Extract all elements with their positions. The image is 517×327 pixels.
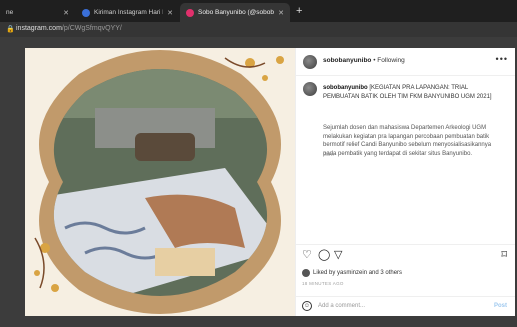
address-bar[interactable]: 🔒 instagram.com/p/CWgSfmqvQYY/ [0,22,517,37]
tab-kiriman-instagram[interactable]: Kiriman Instagram Hari Batik Na ✕ [76,3,179,22]
comment-input[interactable]: Add a comment... [318,303,365,309]
likes-row[interactable]: Liked by yasminzein and 3 others [302,269,402,277]
caption-time: 20m [323,152,334,158]
close-icon[interactable]: ✕ [167,9,173,17]
more-options-icon[interactable]: ••• [496,54,508,64]
tab-bar: ne ✕ Kiriman Instagram Hari Batik Na ✕ S… [0,0,517,22]
likes-text[interactable]: Liked by yasminzein and 3 others [313,270,402,276]
avatar[interactable] [303,82,317,96]
username-link[interactable]: sobobanyunibo [323,57,371,64]
close-icon[interactable]: ✕ [278,9,284,17]
avatar [302,269,310,277]
share-icon[interactable]: ▽ [334,250,342,261]
emoji-icon[interactable]: ☺ [302,301,312,311]
caption-body: Sejumlah dosen dan mahasiswa Departemen … [323,125,492,157]
lock-icon: 🔒 [6,26,15,33]
action-bar: ♡ ◯ ▽ ⌑ [296,244,515,265]
username-row: sobobanyunibo • Following [323,57,405,64]
comment-bar: ☺ Add a comment... Post [296,296,515,317]
caption-username[interactable]: sobobanyunibo [323,85,368,91]
tab-previous[interactable]: ne ✕ [0,3,75,22]
post-header: sobobanyunibo • Following ••• [296,48,515,76]
post-image[interactable] [25,48,295,316]
tab-label: ne [6,9,14,16]
comment-icon[interactable]: ◯ [318,250,330,261]
heart-icon[interactable]: ♡ [302,250,312,261]
tab-label: Kiriman Instagram Hari Batik Na [94,9,163,16]
separator-dot: • [373,57,376,64]
batik-photo-frame [25,48,295,316]
instagram-icon [186,8,194,17]
following-button[interactable]: Following [377,57,404,64]
post-sidebar: sobobanyunibo • Following ••• sobobanyun… [295,48,515,316]
new-tab-button[interactable]: + [296,5,302,17]
caption-title: sobobanyunibo [KEGIATAN PRA LAPANGAN: TR… [323,84,503,101]
close-icon[interactable]: ✕ [63,9,69,17]
bookmark-icon[interactable]: ⌑ [501,250,507,261]
site-icon [82,8,90,17]
avatar[interactable] [303,55,317,69]
tab-sobo-banyunibo[interactable]: Sobo Banyunibo (@sobobanyun ✕ [180,3,290,22]
timestamp: 18 MINUTES AGO [302,281,344,286]
post-comment-button[interactable]: Post [494,303,507,309]
url-text[interactable]: instagram.com/p/CWgSfmqvQYY/ [16,25,122,32]
tab-label: Sobo Banyunibo (@sobobanyun [198,9,274,16]
